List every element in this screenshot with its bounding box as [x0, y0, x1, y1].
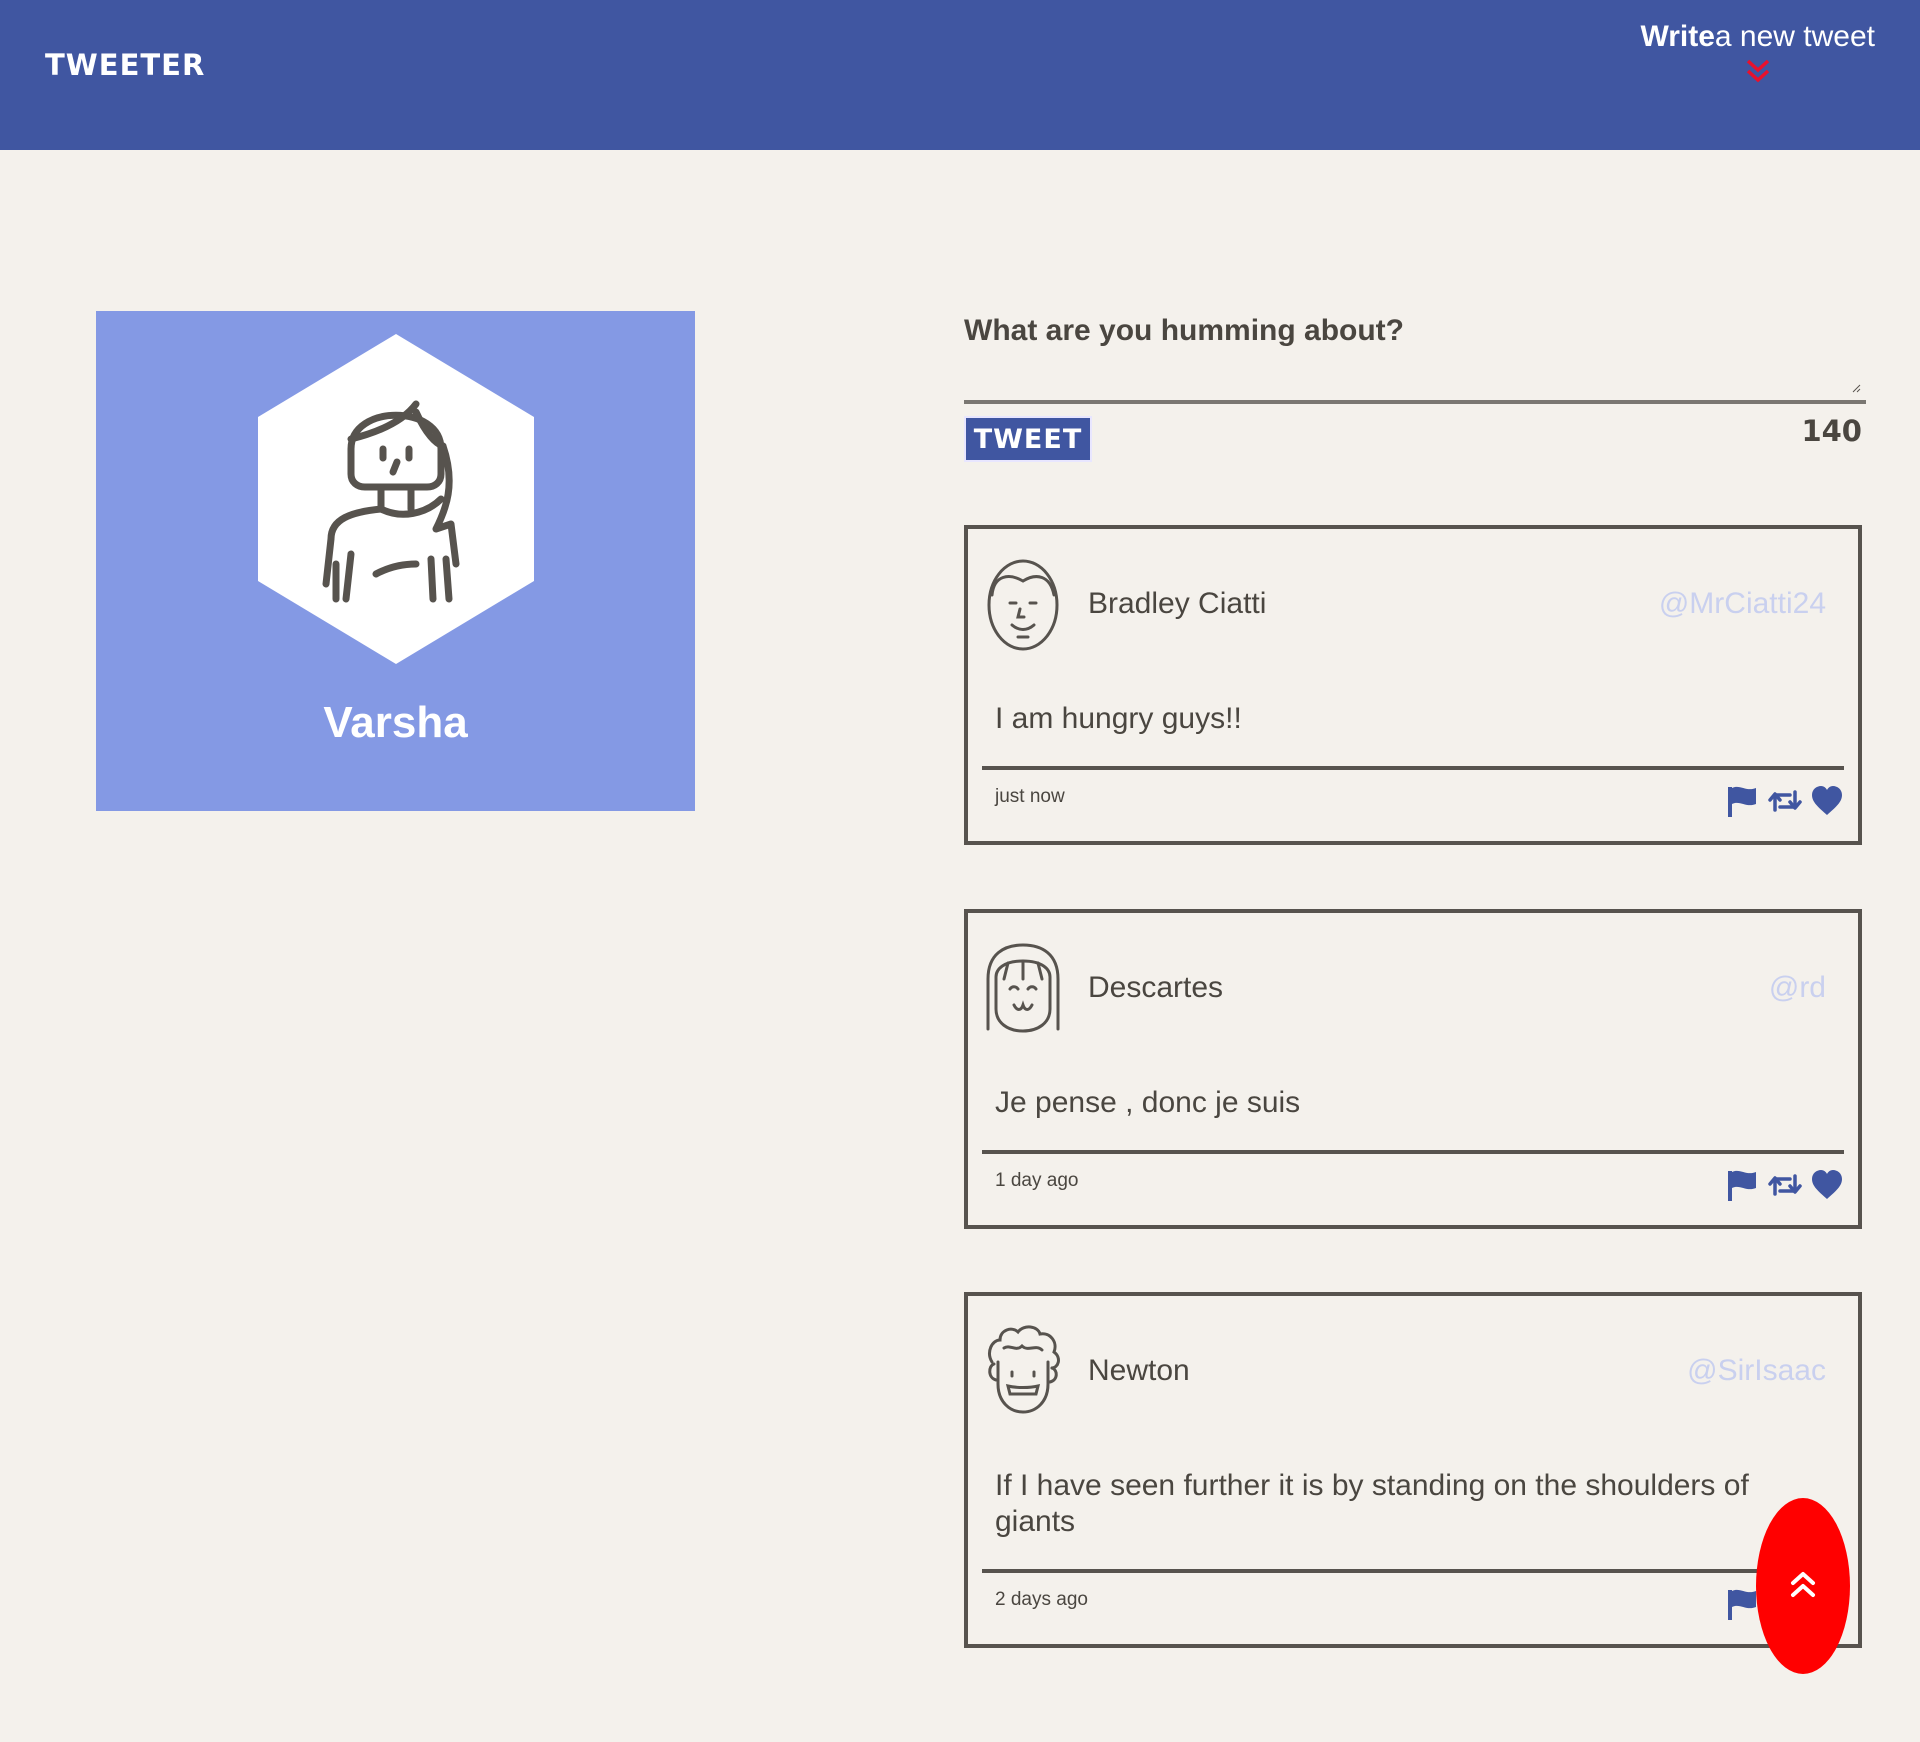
flag-icon[interactable]	[1726, 1168, 1760, 1202]
tweet-divider	[982, 1569, 1844, 1573]
resize-grip-icon[interactable]	[1851, 383, 1861, 393]
curly-hair-avatar-icon	[988, 1325, 1060, 1414]
new-tweet-label: a new tweet	[1714, 20, 1875, 53]
scroll-to-top-button[interactable]	[1756, 1498, 1850, 1674]
bangs-avatar-icon	[986, 943, 1060, 1033]
retweet-icon[interactable]	[1768, 784, 1802, 818]
brand-logo: TWEETER	[45, 48, 206, 82]
tweet-timestamp: 2 days ago	[995, 1589, 1088, 1610]
tweet-actions	[1726, 784, 1844, 818]
tweet-body: Je pense , donc je suis	[995, 1086, 1301, 1119]
flag-icon[interactable]	[1726, 1587, 1760, 1621]
tweet-timestamp: 1 day ago	[995, 1170, 1079, 1191]
double-chevron-up-icon	[1791, 1572, 1815, 1597]
heart-icon[interactable]	[1810, 1168, 1844, 1202]
tweet-author: Bradley Ciatti	[1088, 587, 1267, 620]
tweet-submit-button[interactable]: TWEET	[964, 416, 1092, 462]
tweet-actions	[1726, 1168, 1844, 1202]
character-counter: 140	[1801, 414, 1862, 448]
top-nav-bar: TWEETER Writea new tweet	[0, 0, 1920, 150]
tweet-author: Descartes	[1088, 971, 1224, 1004]
tweet-body: I am hungry guys!!	[995, 702, 1242, 735]
tweet-card: Bradley Ciatti @MrCiatti24 I am hungry g…	[964, 525, 1862, 845]
tweet-author: Newton	[1088, 1354, 1190, 1387]
double-chevron-down-icon	[1746, 59, 1769, 83]
tweet-card: Descartes @rd Je pense , donc je suis 1 …	[964, 909, 1862, 1229]
write-label: Write	[1640, 20, 1715, 53]
profile-card: Varsha	[96, 311, 695, 811]
tweet-handle: @rd	[1768, 971, 1826, 1004]
flag-icon[interactable]	[1726, 784, 1760, 818]
tweet-body: If I have seen further it is by standing…	[995, 1469, 1749, 1538]
tweet-card: Newton @SirIsaac If I have seen further …	[964, 1292, 1862, 1648]
tweet-handle: @SirIsaac	[1687, 1354, 1826, 1387]
tweet-timestamp: just now	[995, 786, 1065, 807]
tweet-textarea[interactable]	[964, 356, 1866, 404]
tweet-divider	[982, 766, 1844, 770]
profile-name: Varsha	[323, 698, 468, 747]
man-avatar-icon	[987, 559, 1059, 651]
woman-avatar-icon	[258, 334, 534, 664]
composer-label: What are you humming about?	[964, 314, 1404, 347]
heart-icon[interactable]	[1810, 784, 1844, 818]
retweet-icon[interactable]	[1768, 1168, 1802, 1202]
write-new-tweet-toggle[interactable]: Writea new tweet	[1640, 20, 1875, 86]
tweet-handle: @MrCiatti24	[1658, 587, 1826, 620]
tweet-divider	[982, 1150, 1844, 1154]
